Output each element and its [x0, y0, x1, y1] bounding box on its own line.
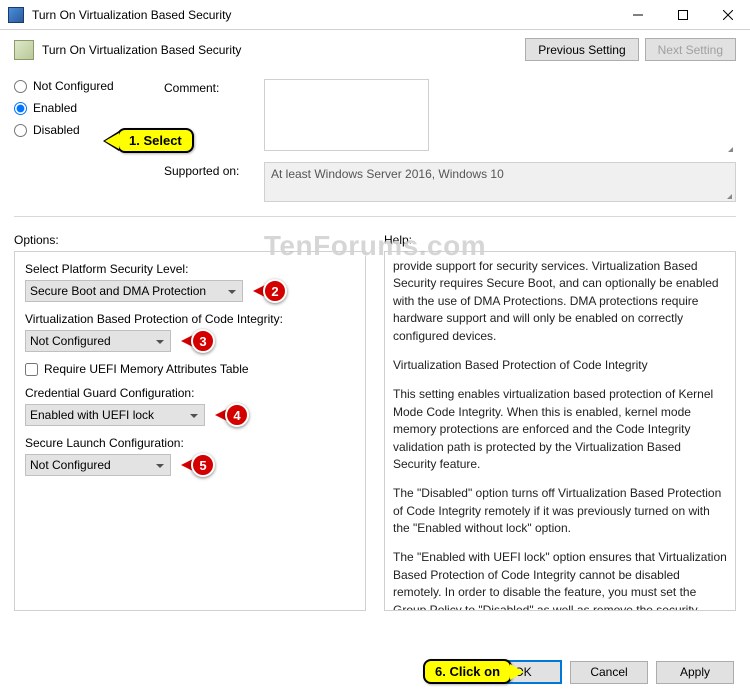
help-panel[interactable]: provide support for security services. V…: [384, 251, 736, 611]
vbp-combo[interactable]: Not Configured: [25, 330, 171, 352]
resize-grip-icon: [728, 147, 733, 152]
apply-button[interactable]: Apply: [656, 661, 734, 684]
platform-security-label: Select Platform Security Level:: [25, 262, 355, 276]
divider: [14, 216, 736, 217]
window-icon: [8, 7, 24, 23]
radio-not-configured[interactable]: Not Configured: [14, 79, 164, 93]
uefi-checkbox-label: Require UEFI Memory Attributes Table: [44, 362, 249, 376]
annotation-badge-2: 2: [263, 279, 287, 303]
securelaunch-label: Secure Launch Configuration:: [25, 436, 355, 450]
credguard-label: Credential Guard Configuration:: [25, 386, 355, 400]
uefi-checkbox-row[interactable]: Require UEFI Memory Attributes Table: [25, 362, 355, 376]
help-paragraph: provide support for security services. V…: [393, 258, 727, 345]
titlebar: Turn On Virtualization Based Security: [0, 0, 750, 30]
annotation-badge-3: 3: [191, 329, 215, 353]
radio-disabled-input[interactable]: [14, 124, 27, 137]
uefi-checkbox[interactable]: [25, 363, 38, 376]
radio-not-configured-label: Not Configured: [33, 79, 114, 93]
window-title: Turn On Virtualization Based Security: [32, 8, 615, 22]
options-label: Options:: [14, 233, 366, 247]
annotation-badge-5: 5: [191, 453, 215, 477]
close-button[interactable]: [705, 0, 750, 30]
credguard-combo[interactable]: Enabled with UEFI lock: [25, 404, 205, 426]
next-setting-button[interactable]: Next Setting: [645, 38, 736, 61]
page-title: Turn On Virtualization Based Security: [42, 43, 519, 57]
supported-on-label: Supported on:: [164, 162, 264, 202]
annotation-callout-1: 1. Select: [117, 128, 194, 153]
vbp-label: Virtualization Based Protection of Code …: [25, 312, 355, 326]
annotation-callout-6: 6. Click on: [423, 659, 512, 684]
maximize-button[interactable]: [660, 0, 705, 30]
minimize-button[interactable]: [615, 0, 660, 30]
previous-setting-button[interactable]: Previous Setting: [525, 38, 638, 61]
help-label: Help:: [384, 233, 736, 247]
help-paragraph: Virtualization Based Protection of Code …: [393, 357, 727, 374]
annotation-badge-4: 4: [225, 403, 249, 427]
cancel-button[interactable]: Cancel: [570, 661, 648, 684]
help-paragraph: This setting enables virtualization base…: [393, 386, 727, 473]
policy-icon: [14, 40, 34, 60]
radio-not-configured-input[interactable]: [14, 80, 27, 93]
securelaunch-combo[interactable]: Not Configured: [25, 454, 171, 476]
help-paragraph: The "Enabled with UEFI lock" option ensu…: [393, 549, 727, 611]
options-panel: Select Platform Security Level: Secure B…: [14, 251, 366, 611]
radio-enabled[interactable]: Enabled: [14, 101, 164, 115]
comment-textarea[interactable]: [264, 79, 429, 151]
radio-enabled-label: Enabled: [33, 101, 77, 115]
resize-grip-icon: [727, 194, 732, 199]
platform-security-combo[interactable]: Secure Boot and DMA Protection: [25, 280, 243, 302]
supported-on-text: At least Windows Server 2016, Windows 10: [264, 162, 736, 202]
radio-disabled-label: Disabled: [33, 123, 80, 137]
help-paragraph: The "Disabled" option turns off Virtuali…: [393, 485, 727, 537]
radio-enabled-input[interactable]: [14, 102, 27, 115]
